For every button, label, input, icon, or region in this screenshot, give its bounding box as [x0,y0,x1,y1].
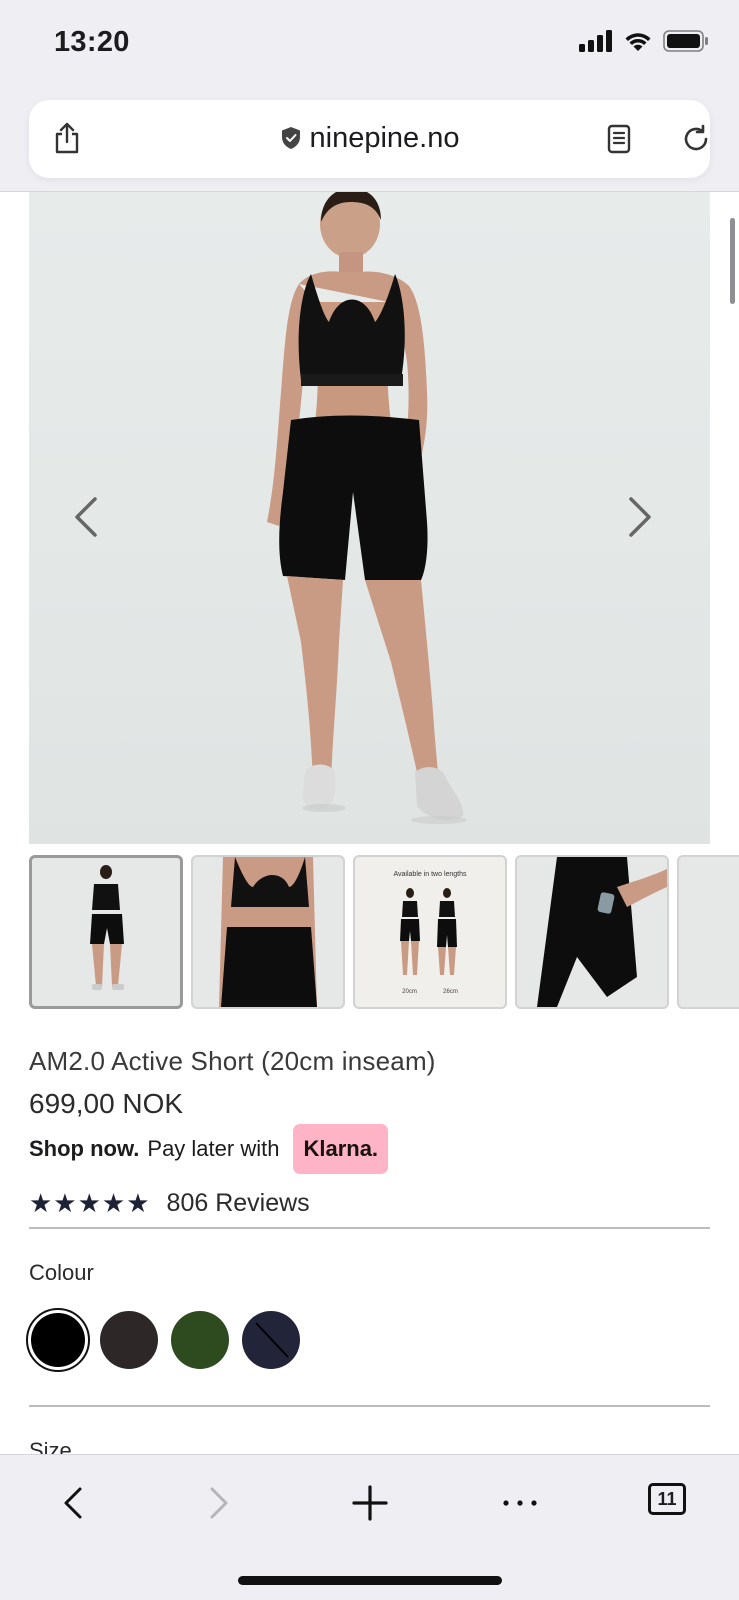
battery-icon [663,30,708,52]
colour-swatch-black[interactable] [26,1308,90,1372]
colour-label: Colour [29,1260,94,1285]
reviews-summary[interactable]: ★★★★★ 806 Reviews [29,1188,310,1219]
thumbnail-image [90,865,124,990]
reviews-count: 806 Reviews [166,1189,310,1217]
colour-swatch-charcoal[interactable] [100,1311,158,1369]
tab-count: 11 [657,1488,677,1509]
status-icons [579,30,709,52]
length-label-26: 26cm [443,989,458,995]
reader-mode-icon[interactable] [607,124,631,154]
product-image[interactable] [29,192,710,844]
thumbnail-4[interactable] [515,855,669,1009]
thumbnail-caption: Available in two lengths [393,871,467,878]
divider [29,1405,710,1407]
cellular-signal-icon [579,30,612,52]
product-title: AM2.0 Active Short (20cm inseam) [29,1046,436,1076]
thumbnail-length-labels: 20cm 26cm [355,989,505,995]
thumbnail-image [400,888,457,975]
thumbnail-5[interactable] [677,855,739,1009]
address-bar[interactable]: ninepine.no [29,100,710,178]
wifi-icon [625,33,651,51]
thumbnail-strip: Available in two lengths 20cm 26cm [29,855,739,1011]
length-label-20: 20cm [402,989,417,995]
divider [29,1227,710,1229]
url-text: ninepine.no [309,122,460,154]
thumbnail-image [219,857,317,1007]
status-time: 13:20 [54,26,130,58]
product-price: 699,00 NOK [29,1088,184,1119]
new-tab-icon[interactable] [350,1481,390,1525]
chevron-left-icon[interactable] [73,497,99,537]
colour-swatch-olive[interactable] [171,1311,229,1369]
thumbnail-image [537,857,667,1007]
tabs-button[interactable]: 11 [648,1483,686,1515]
sold-out-slash-icon [255,1322,289,1358]
star-rating-icon: ★★★★★ [29,1188,151,1218]
thumbnail-1[interactable] [29,855,183,1009]
shield-icon [281,127,300,149]
back-icon[interactable] [60,1481,84,1525]
thumbnail-3[interactable]: Available in two lengths 20cm 26cm [353,855,507,1009]
colour-swatches [26,1308,300,1372]
klarna-logo: Klarna. [293,1124,389,1174]
forward-icon[interactable] [208,1481,232,1525]
klarna-text: Pay later with [147,1136,280,1161]
klarna-promo[interactable]: Shop now. Pay later with Klarna. [29,1124,389,1174]
home-indicator [238,1576,502,1585]
colour-swatch-navy[interactable] [242,1311,300,1369]
scroll-indicator[interactable] [730,218,735,304]
more-icon[interactable] [500,1481,540,1525]
reload-icon[interactable] [681,124,711,154]
size-label: Size [29,1438,72,1454]
page-content: Available in two lengths 20cm 26cm AM2.0… [0,192,739,1454]
klarna-bold-text: Shop now. [29,1136,140,1161]
chevron-right-icon[interactable] [627,497,653,537]
model-figure [267,192,467,824]
status-bar: 13:20 [0,0,739,92]
address-bar-area: ninepine.no [0,92,739,192]
thumbnail-2[interactable] [191,855,345,1009]
